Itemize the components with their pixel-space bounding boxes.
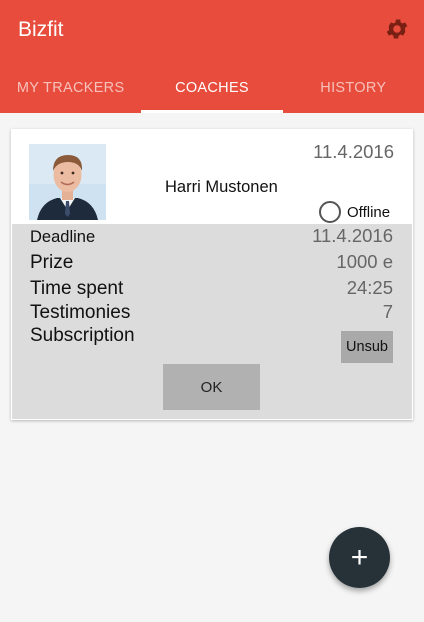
coach-name: Harri Mustonen: [165, 178, 278, 196]
unsub-button[interactable]: Unsub: [341, 331, 393, 363]
testimonies-value: 7: [382, 301, 393, 322]
time-spent-value: 24:25: [346, 277, 393, 298]
tab-coaches[interactable]: COACHES: [141, 62, 283, 113]
coach-details-dialog: Deadline 11.4.2016 Prize 1000 e Time spe…: [12, 224, 412, 419]
app-title: Bizfit: [18, 18, 64, 41]
time-spent-row: Time spent 24:25: [30, 277, 393, 300]
status-text: Offline: [347, 203, 391, 221]
add-button[interactable]: +: [329, 527, 390, 588]
ok-button[interactable]: OK: [163, 364, 260, 410]
tab-my-trackers[interactable]: MY TRACKERS: [0, 62, 141, 113]
testimonies-row: Testimonies 7: [30, 301, 393, 324]
deadline-value: 11.4.2016: [312, 225, 393, 246]
status-indicator: Offline: [319, 201, 390, 223]
plus-icon: +: [350, 540, 369, 574]
subscription-label: Subscription: [30, 325, 135, 346]
deadline-row: Deadline 11.4.2016: [30, 225, 393, 247]
subscription-row: Subscription: [30, 325, 393, 347]
prize-row: Prize 1000 e: [30, 251, 393, 274]
tab-history[interactable]: HISTORY: [283, 62, 424, 113]
avatar: [29, 144, 106, 220]
card-date: 11.4.2016: [313, 141, 394, 162]
app-bar: Bizfit MY TRACKERS COACHES HISTORY: [0, 0, 424, 113]
gear-icon[interactable]: [384, 16, 410, 42]
tab-bar: MY TRACKERS COACHES HISTORY: [0, 62, 424, 113]
prize-value: 1000 e: [336, 251, 393, 272]
deadline-label: Deadline: [30, 228, 96, 246]
testimonies-label: Testimonies: [30, 302, 131, 323]
time-spent-label: Time spent: [30, 278, 124, 299]
offline-circle-icon: [319, 201, 341, 223]
prize-label: Prize: [30, 252, 74, 273]
